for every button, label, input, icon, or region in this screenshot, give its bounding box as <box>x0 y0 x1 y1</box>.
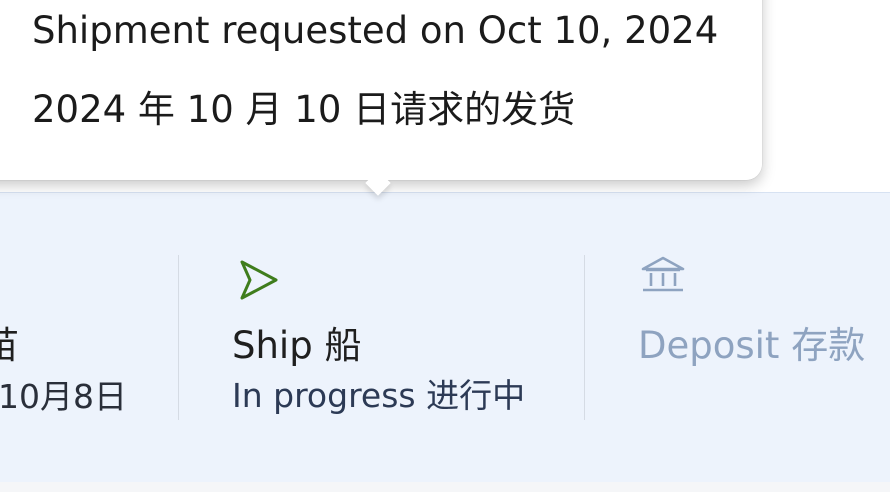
step-divider <box>584 255 585 420</box>
panel-bottom-edge <box>0 482 890 492</box>
step-deposit-title: Deposit 存款 <box>638 324 866 367</box>
send-arrow-icon <box>240 260 278 300</box>
tooltip-body: Shipment requested on Oct 10, 2024 2024 … <box>0 0 762 180</box>
shipment-progress-view: 苗 10月8日 Ship 船 In progress 进行中 Deposit 存… <box>0 0 890 492</box>
bank-icon <box>641 256 685 292</box>
tooltip-text-chinese: 2024 年 10 月 10 日请求的发货 <box>32 88 576 131</box>
step-ship-status: In progress 进行中 <box>232 376 526 415</box>
progress-stepper: 苗 10月8日 Ship 船 In progress 进行中 Deposit 存… <box>0 192 890 484</box>
step-previous-title: 苗 <box>0 324 19 367</box>
step-divider <box>178 255 179 420</box>
step-ship-title: Ship 船 <box>232 324 362 367</box>
tooltip-text-english: Shipment requested on Oct 10, 2024 <box>32 9 719 52</box>
step-previous-date: 10月8日 <box>0 377 127 416</box>
